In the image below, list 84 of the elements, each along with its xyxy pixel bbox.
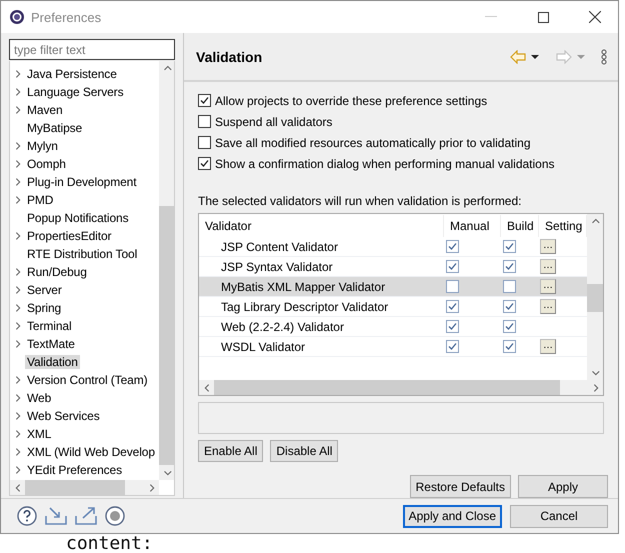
tree-item[interactable]: Web [25,391,54,405]
tree-item[interactable]: PropertiesEditor [25,229,114,243]
option-label: Suspend all validators [215,114,332,128]
page-action-button[interactable]: Restore Defaults [410,475,511,498]
tree-item[interactable]: Validation [25,355,80,369]
dropdown-icon[interactable] [530,54,540,60]
scrollbar[interactable] [587,214,603,380]
tree-item[interactable]: Terminal [25,319,74,333]
dialog-button[interactable]: Cancel [510,504,608,528]
table-row[interactable]: WSDL Validator … [199,337,587,357]
scroll-thumb[interactable] [25,480,125,495]
help-icon[interactable] [17,506,37,526]
settings-button[interactable]: … [540,278,556,294]
settings-button[interactable]: … [540,298,556,314]
table-cell-text: JSP Content Validator [220,238,339,256]
tree-item[interactable]: PMD [25,193,56,207]
settings-button[interactable]: … [540,338,556,354]
checkbox[interactable] [198,157,211,170]
scroll-thumb[interactable] [159,206,174,465]
tree-item[interactable]: YEdit Preferences [25,463,124,477]
validators-caption: The selected validators will run when validation is performed: [198,194,522,208]
list-action-button[interactable]: Enable All [198,440,264,462]
tree-item[interactable]: Version Control (Team) [25,373,150,387]
table-row[interactable]: MyBatis XML Mapper Validator … [199,277,587,297]
tree-item[interactable]: XML [25,427,54,441]
table-cell-text: Web (2.2-2.4) Validator [220,318,345,336]
tree-item[interactable]: XML (Wild Web Develop [25,445,157,459]
checkbox[interactable] [446,280,459,293]
background-text: content: [66,534,153,553]
tree-item[interactable]: Maven [25,103,65,117]
window-title: Preferences [31,10,102,24]
option-label: Allow projects to override these preference settings [215,94,488,108]
tree-item[interactable]: RTE Distribution Tool [25,247,140,261]
table-cell-text: Tag Library Descriptor Validator [220,298,390,316]
checkbox[interactable] [503,260,516,273]
checkbox[interactable] [503,320,516,333]
checkbox[interactable] [446,340,459,353]
list-action-button[interactable]: Disable All [270,440,338,462]
table-row[interactable]: JSP Syntax Validator … [199,257,587,277]
checkbox[interactable] [446,260,459,273]
tree-item[interactable]: Web Services [25,409,102,423]
page-action-button[interactable]: Apply [518,475,608,498]
table-cell-text: JSP Syntax Validator [220,258,334,276]
option-label: Save all modified resources automatically prior to validating [215,136,530,150]
dialog-button[interactable]: Apply and Close [402,504,502,528]
tree-item[interactable]: Server [25,283,64,297]
checkbox[interactable] [503,240,516,253]
table-cell-text: MyBatis XML Mapper Validator [220,278,386,296]
tree-item[interactable]: TextMate [25,337,77,351]
scrollbar[interactable] [10,480,159,495]
tree-item[interactable]: Java Persistence [25,67,119,81]
option-label: Show a confirmation dialog when performing manual validations [215,156,555,170]
settings-button[interactable]: … [540,238,556,254]
checkbox[interactable] [198,136,211,149]
app-icon [9,9,25,25]
checkbox[interactable] [198,115,211,128]
tree-item[interactable]: Popup Notifications [25,211,130,225]
scrollbar[interactable] [159,61,174,480]
table-row[interactable]: Tag Library Descriptor Validator … [199,297,587,317]
tree-item[interactable]: Spring [25,301,64,315]
tree-item[interactable]: Oomph [25,157,68,171]
checkbox[interactable] [503,340,516,353]
view-menu-icon[interactable] [600,48,608,64]
checkbox[interactable] [503,280,516,293]
checkbox[interactable] [446,240,459,253]
tree-item[interactable]: Language Servers [25,85,126,99]
checkbox[interactable] [198,94,211,107]
tree-item[interactable]: Mylyn [25,139,60,153]
filter-field[interactable]: type filter text [9,39,175,60]
import-icon[interactable] [45,506,67,526]
tree-item[interactable]: Plug-in Development [25,175,138,189]
page-title: Validation [195,48,264,64]
scroll-thumb[interactable] [587,284,603,312]
tree-item[interactable]: Run/Debug [25,265,89,279]
checkbox[interactable] [503,300,516,313]
table-row[interactable]: Web (2.2-2.4) Validator [199,317,587,337]
record-icon[interactable] [105,506,125,526]
tree-item[interactable]: MyBatipse [25,121,84,135]
settings-button[interactable]: … [540,258,556,274]
table-row[interactable]: JSP Content Validator … [199,237,587,257]
table-cell-text: WSDL Validator [220,338,306,356]
checkbox[interactable] [446,320,459,333]
export-icon[interactable] [75,506,97,526]
checkbox[interactable] [446,300,459,313]
